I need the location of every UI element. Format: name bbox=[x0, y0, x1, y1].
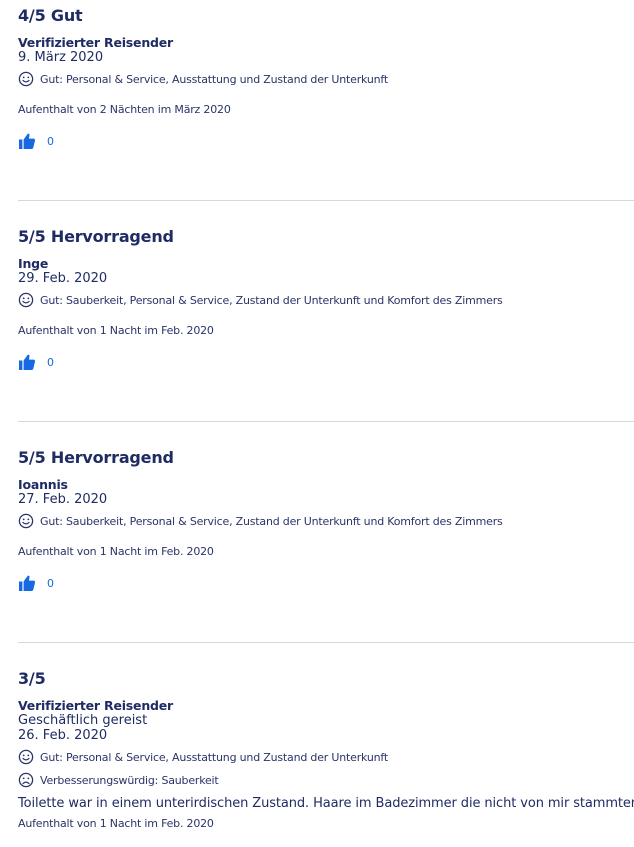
review-date: 9. März 2020 bbox=[18, 50, 104, 65]
review-card: 3/5 Verifizierter Reisender Geschäftlich… bbox=[18, 669, 634, 830]
review-rating: 5/5 Hervorragend bbox=[18, 448, 174, 467]
review-date: 26. Feb. 2020 bbox=[18, 728, 108, 743]
review-card: 4/5 Gut Verifizierter Reisender 9. März … bbox=[18, 6, 634, 150]
smile-icon bbox=[18, 513, 34, 529]
thumbs-up-icon bbox=[19, 354, 36, 370]
positive-aspects-text: Gut: Sauberkeit, Personal & Service, Zus… bbox=[40, 293, 503, 307]
helpful-count: 0 bbox=[47, 576, 54, 590]
helpful-button[interactable]: 0 bbox=[18, 574, 634, 592]
smile-icon bbox=[18, 749, 34, 765]
stay-info: Aufenthalt von 1 Nacht im Feb. 2020 bbox=[18, 324, 214, 337]
helpful-count: 0 bbox=[47, 355, 54, 369]
review-rating: 4/5 Gut bbox=[18, 6, 83, 25]
thumbs-up-icon bbox=[19, 133, 36, 149]
review-author: Inge bbox=[18, 256, 49, 271]
frown-icon bbox=[18, 772, 34, 788]
stay-info: Aufenthalt von 2 Nächten im März 2020 bbox=[18, 103, 231, 116]
thumbs-up-icon bbox=[19, 575, 36, 591]
positive-aspects: Gut: Sauberkeit, Personal & Service, Zus… bbox=[18, 513, 634, 529]
review-card: 5/5 Hervorragend Ioannis 27. Feb. 2020 G… bbox=[18, 448, 634, 592]
helpful-button[interactable]: 0 bbox=[18, 132, 634, 150]
stay-info: Aufenthalt von 1 Nacht im Feb. 2020 bbox=[18, 545, 214, 558]
trip-type: Geschäftlich gereist bbox=[18, 713, 148, 728]
helpful-count: 0 bbox=[47, 134, 54, 148]
positive-aspects-text: Gut: Personal & Service, Ausstattung und… bbox=[40, 72, 388, 86]
review-comment: Toilette war in einem unterirdischen Zus… bbox=[18, 796, 634, 811]
divider bbox=[18, 200, 634, 201]
positive-aspects: Gut: Personal & Service, Ausstattung und… bbox=[18, 71, 634, 87]
review-rating: 5/5 Hervorragend bbox=[18, 227, 174, 246]
negative-aspects-text: Verbesserungswürdig: Sauberkeit bbox=[40, 773, 219, 787]
positive-aspects-text: Gut: Sauberkeit, Personal & Service, Zus… bbox=[40, 514, 503, 528]
review-author: Verifizierter Reisender bbox=[18, 698, 174, 713]
smile-icon bbox=[18, 292, 34, 308]
positive-aspects-text: Gut: Personal & Service, Ausstattung und… bbox=[40, 750, 388, 764]
review-author: Verifizierter Reisender bbox=[18, 35, 174, 50]
divider bbox=[18, 642, 634, 643]
positive-aspects: Gut: Personal & Service, Ausstattung und… bbox=[18, 749, 634, 765]
review-author: Ioannis bbox=[18, 477, 68, 492]
negative-aspects: Verbesserungswürdig: Sauberkeit bbox=[18, 772, 634, 788]
review-date: 27. Feb. 2020 bbox=[18, 492, 108, 507]
review-date: 29. Feb. 2020 bbox=[18, 271, 108, 286]
stay-info: Aufenthalt von 1 Nacht im Feb. 2020 bbox=[18, 817, 214, 830]
helpful-button[interactable]: 0 bbox=[18, 353, 634, 371]
divider bbox=[18, 421, 634, 422]
smile-icon bbox=[18, 71, 34, 87]
review-card: 5/5 Hervorragend Inge 29. Feb. 2020 Gut:… bbox=[18, 227, 634, 371]
review-rating: 3/5 bbox=[18, 669, 46, 688]
positive-aspects: Gut: Sauberkeit, Personal & Service, Zus… bbox=[18, 292, 634, 308]
